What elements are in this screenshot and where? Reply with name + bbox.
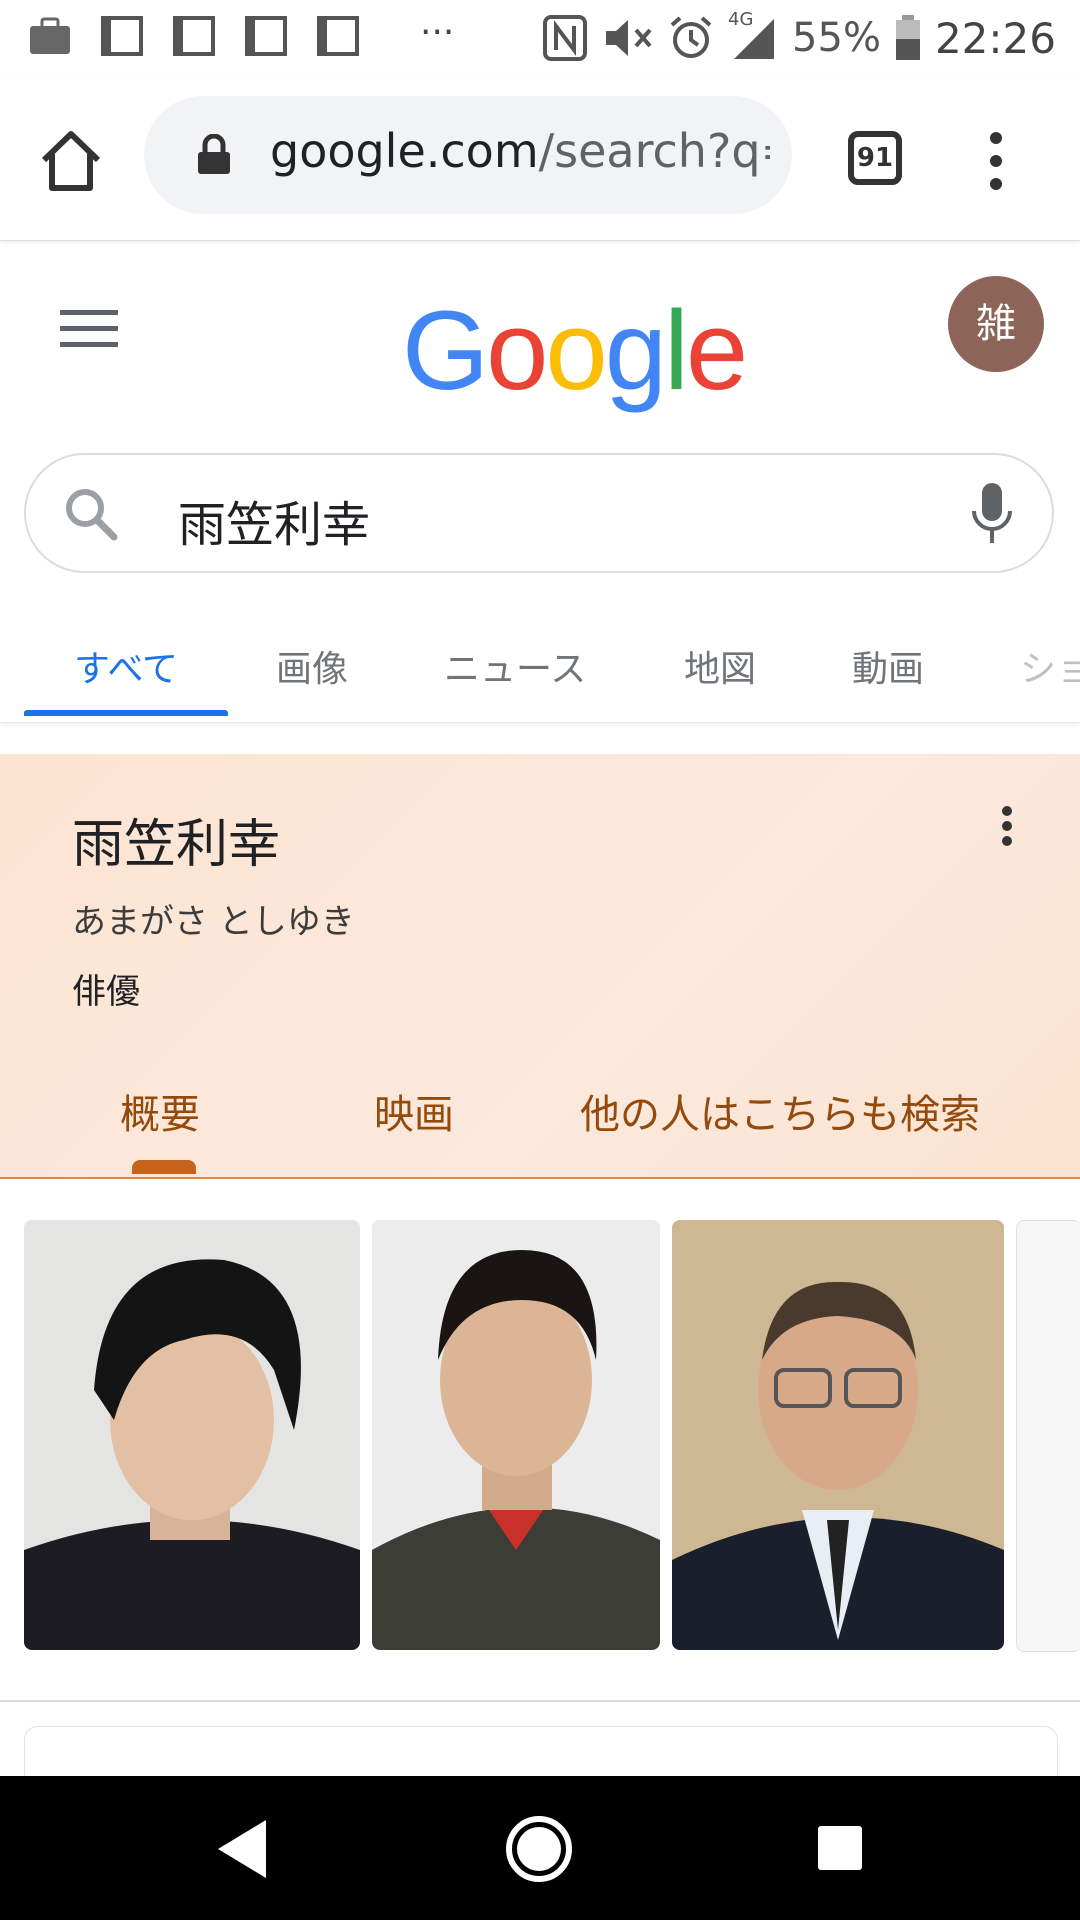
tab-maps[interactable]: 地図 (684, 640, 756, 692)
entity-type: 俳優 (72, 972, 140, 1012)
knowledge-panel: 雨笠利幸 あまがさ としゆき 俳優 概要 映画 他の人はこちらも検索 (0, 754, 1080, 1179)
logo-letter: e (685, 288, 748, 413)
logo-letter: G (402, 288, 489, 413)
nfc-icon (543, 15, 588, 61)
logo-letter: g (604, 288, 667, 413)
search-icon[interactable] (62, 485, 120, 543)
url-path: /search?q= (538, 124, 770, 178)
au-notification-icon (245, 16, 287, 56)
account-avatar[interactable]: 雑 (948, 276, 1044, 372)
image-thumbnail-4[interactable] (1016, 1220, 1080, 1652)
home-icon[interactable] (38, 128, 104, 194)
hamburger-menu-icon[interactable] (60, 308, 118, 350)
kp-tab-people-also-search[interactable]: 他の人はこちらも検索 (580, 1082, 980, 1140)
au-notification-icon (101, 16, 143, 56)
tab-switcher-button[interactable]: 91 (848, 131, 902, 185)
overflow-menu-icon[interactable] (974, 126, 1018, 196)
tab-shopping[interactable]: ショ (1020, 640, 1080, 692)
url-text: google.com/search?q= (270, 124, 770, 178)
alarm-icon (670, 16, 712, 58)
search-box[interactable]: 雨笠利幸 (24, 453, 1054, 573)
image-thumbnail-2[interactable] (372, 1220, 660, 1650)
person-photo (24, 1220, 360, 1650)
system-nav-bar (0, 1776, 1080, 1920)
url-host: google.com (270, 124, 539, 178)
more-notifications-indicator: ··· (420, 12, 455, 53)
tab-news[interactable]: ニュース (444, 640, 586, 692)
more-options-icon[interactable] (1000, 806, 1014, 846)
recents-icon[interactable] (816, 1824, 864, 1872)
entity-title: 雨笠利幸 (72, 815, 281, 875)
tab-videos[interactable]: 動画 (852, 640, 924, 692)
au-notification-icon (317, 16, 359, 56)
search-category-tabs: すべて 画像 ニュース 地図 動画 ショ (0, 618, 1080, 723)
image-thumbnail-1[interactable] (24, 1220, 360, 1650)
briefcase-icon (30, 17, 70, 54)
signal-icon: 4G (728, 9, 778, 63)
kp-tab-movies[interactable]: 映画 (374, 1082, 454, 1140)
status-bar: ··· 4G 55% 22:26 (0, 0, 1080, 76)
address-bar[interactable]: google.com/search?q= (144, 96, 792, 214)
au-notification-icon (173, 16, 215, 56)
clock: 22:26 (934, 13, 1056, 63)
home-nav-icon[interactable] (504, 1814, 574, 1884)
active-tab-indicator (24, 710, 228, 716)
battery-percent: 55% (792, 15, 881, 61)
battery-icon (895, 15, 920, 60)
browser-toolbar: google.com/search?q= 91 (0, 76, 1080, 241)
image-thumbnail-3[interactable] (672, 1220, 1004, 1650)
tab-all[interactable]: すべて (74, 640, 178, 692)
lock-icon (198, 134, 230, 174)
back-icon[interactable] (214, 1818, 270, 1880)
kp-tab-overview[interactable]: 概要 (120, 1082, 200, 1140)
tab-images[interactable]: 画像 (276, 640, 348, 692)
google-logo[interactable]: Google (402, 286, 748, 415)
kp-active-tab-indicator (132, 1160, 196, 1174)
person-photo (672, 1220, 1004, 1650)
person-photo (372, 1220, 660, 1650)
microphone-icon[interactable] (970, 481, 1014, 547)
search-input[interactable]: 雨笠利幸 (178, 485, 370, 555)
section-divider (0, 1700, 1080, 1702)
logo-letter: l (664, 288, 689, 413)
logo-letter: o (545, 288, 607, 413)
mute-icon (606, 20, 652, 56)
entity-reading: あまがさ としゆき (72, 902, 355, 942)
logo-letter: o (486, 288, 548, 413)
